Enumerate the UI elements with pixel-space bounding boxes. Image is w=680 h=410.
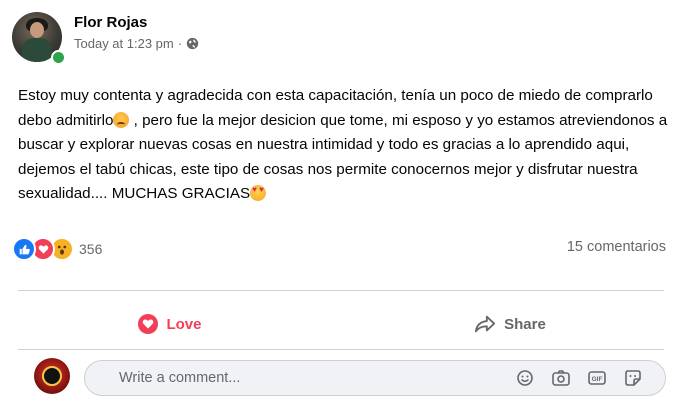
reactions-summary[interactable]: 356 xyxy=(12,237,102,261)
online-status-dot xyxy=(51,50,66,65)
gif-icon[interactable]: GIF xyxy=(587,369,607,387)
divider xyxy=(18,349,664,350)
comment-placeholder: Write a comment... xyxy=(119,370,241,386)
love-label: Love xyxy=(166,315,202,333)
svg-text:GIF: GIF xyxy=(592,376,603,383)
share-label: Share xyxy=(504,315,546,333)
camera-icon[interactable] xyxy=(551,369,571,387)
post-meta: Today at 1:23 pm · xyxy=(74,36,199,51)
author-name[interactable]: Flor Rojas xyxy=(74,14,147,31)
post-timestamp[interactable]: Today at 1:23 pm xyxy=(74,36,174,51)
emoji-icon[interactable] xyxy=(515,369,535,387)
globe-icon[interactable] xyxy=(186,37,199,50)
share-button[interactable]: Share xyxy=(410,304,610,344)
meta-separator: · xyxy=(177,36,183,51)
love-button[interactable]: Love xyxy=(70,304,270,344)
sticker-icon[interactable] xyxy=(623,369,643,387)
post-text: Estoy muy contenta y agradecida con esta… xyxy=(18,84,668,207)
like-icon xyxy=(12,237,36,261)
reaction-count: 356 xyxy=(79,241,103,257)
divider xyxy=(18,290,664,291)
heart-eyes-emoji-icon xyxy=(250,185,267,201)
commenter-avatar[interactable] xyxy=(34,358,70,394)
comment-input[interactable]: Write a comment... GIF xyxy=(84,360,666,396)
comments-count-link[interactable]: 15 comentarios xyxy=(567,239,666,255)
share-icon xyxy=(475,315,496,333)
love-reaction-icon xyxy=(138,314,159,334)
facebook-post: Flor Rojas Today at 1:23 pm · Estoy muy … xyxy=(0,0,680,410)
angry-face-emoji-icon xyxy=(113,111,130,128)
